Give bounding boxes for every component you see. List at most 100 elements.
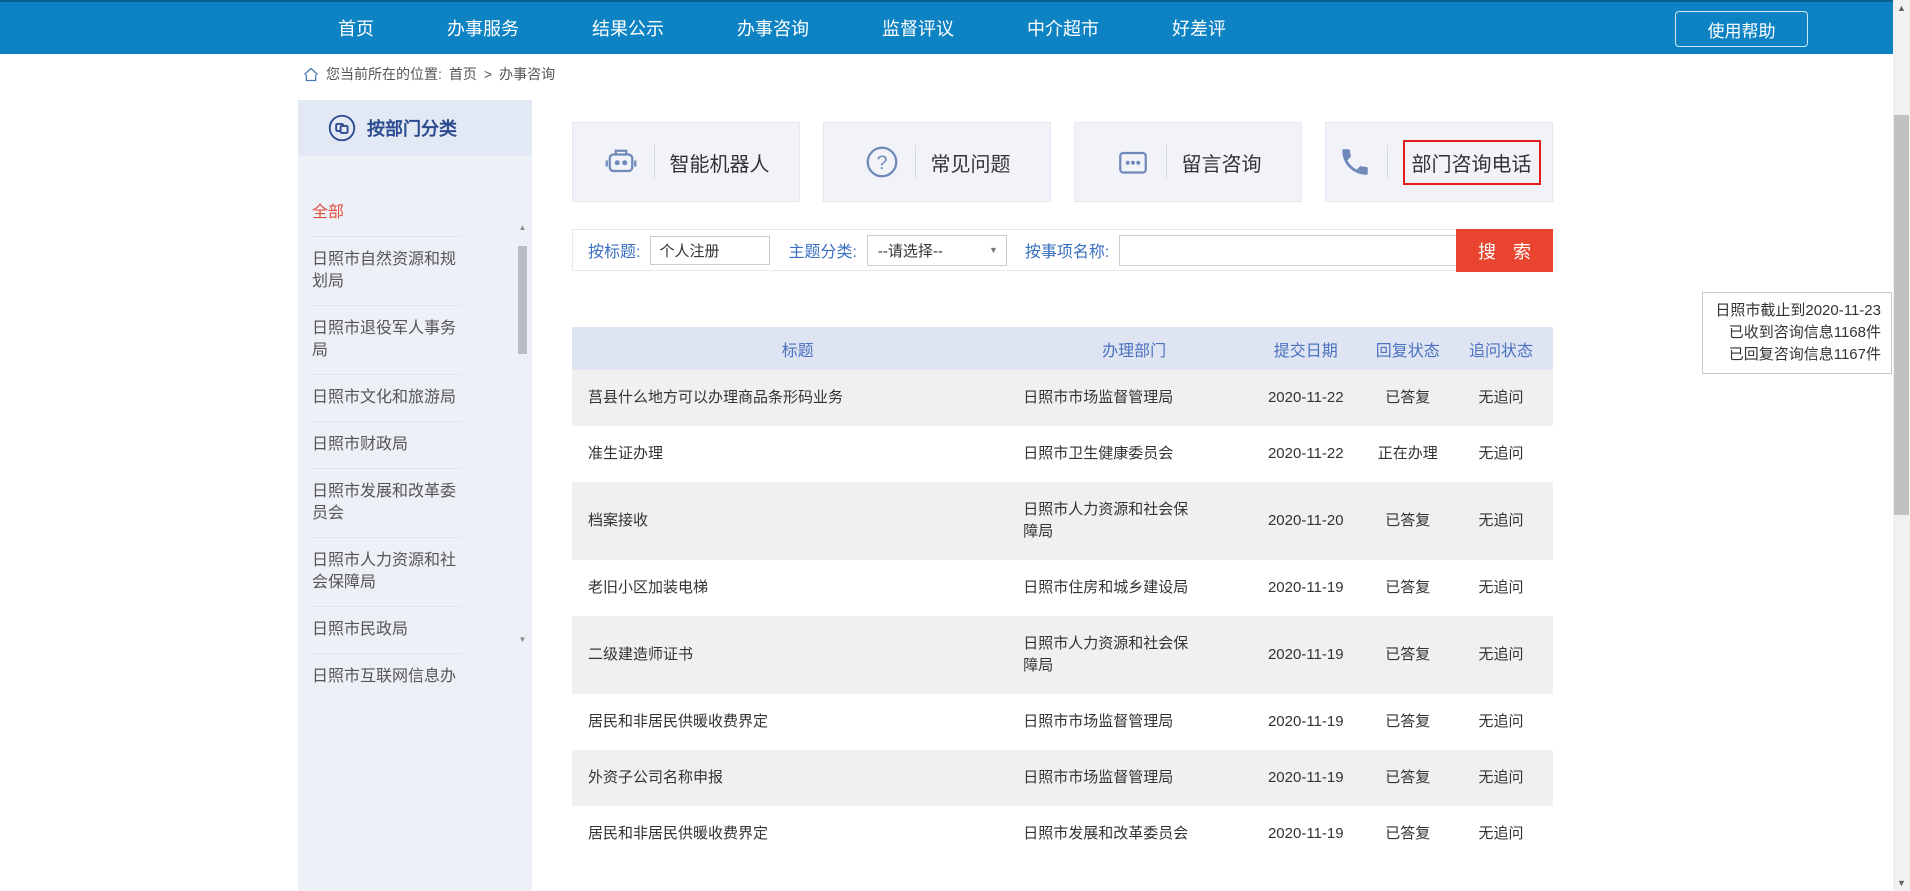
sidebar-item-development[interactable]: 日照市发展和改革委员会 <box>312 469 462 538</box>
table-row[interactable]: 莒县什么地方可以办理商品条形码业务 日照市市场监督管理局 2020-11-22 … <box>572 370 1553 426</box>
row-department: 日照市人力资源和社会保障局 <box>1023 499 1245 543</box>
message-icon <box>1115 144 1151 180</box>
row-title[interactable]: 二级建造师证书 <box>572 644 1023 666</box>
consultation-page: 首页 办事服务 结果公示 办事咨询 监督评议 中介超市 好差评 使用帮助 您当前… <box>0 0 1910 891</box>
tab-divider <box>1166 145 1167 179</box>
row-title[interactable]: 居民和非居民供暖收费界定 <box>572 823 1023 845</box>
table-row[interactable]: 居民和非居民供暖收费界定 日照市发展和改革委员会 2020-11-19 已答复 … <box>572 806 1553 862</box>
row-reply-status: 正在办理 <box>1367 443 1449 465</box>
title-search-label: 按标题: <box>588 238 640 262</box>
row-title[interactable]: 居民和非居民供暖收费界定 <box>572 711 1023 733</box>
table-row[interactable]: 准生证办理 日照市卫生健康委员会 2020-11-22 正在办理 无追问 <box>572 426 1553 482</box>
sidebar-item-natural-resources[interactable]: 日照市自然资源和规划局 <box>312 237 462 306</box>
sidebar-item-internet[interactable]: 日照市互联网信息办 <box>312 654 462 700</box>
page-scrollbar[interactable]: ▲ ▼ <box>1893 0 1910 891</box>
table-body: 莒县什么地方可以办理商品条形码业务 日照市市场监督管理局 2020-11-22 … <box>572 370 1553 862</box>
sidebar-item-civil[interactable]: 日照市民政局 <box>312 607 462 654</box>
row-reply-status: 已答复 <box>1367 387 1449 409</box>
scroll-up-icon[interactable]: ▲ <box>517 222 528 234</box>
col-header-follow: 追问状态 <box>1449 337 1553 361</box>
row-follow-status: 无追问 <box>1449 823 1553 845</box>
col-header-reply: 回复状态 <box>1367 337 1449 361</box>
table-row[interactable]: 外资子公司名称申报 日照市市场监督管理局 2020-11-19 已答复 无追问 <box>572 750 1553 806</box>
category-select[interactable]: --请选择-- ▼ <box>867 235 1007 266</box>
category-label: 主题分类: <box>788 238 856 262</box>
tab-department-phone-label: 部门咨询电话 <box>1403 140 1541 185</box>
row-date: 2020-11-20 <box>1245 510 1367 532</box>
tab-department-phone[interactable]: 部门咨询电话 <box>1325 122 1553 202</box>
department-list: 全部 日照市自然资源和规划局 日照市退役军人事务局 日照市文化和旅游局 日照市财… <box>312 190 462 700</box>
stats-line-date: 日照市截止到2020-11-23 <box>1713 300 1881 322</box>
nav-item-results[interactable]: 结果公示 <box>592 15 664 41</box>
row-follow-status: 无追问 <box>1449 510 1553 532</box>
help-button[interactable]: 使用帮助 <box>1675 11 1808 47</box>
category-select-value: --请选择-- <box>878 240 943 261</box>
scroll-down-icon[interactable]: ▼ <box>1893 875 1910 891</box>
stats-line-replied: 已回复咨询信息1167件 <box>1713 344 1881 366</box>
nav-item-consult[interactable]: 办事咨询 <box>737 15 809 41</box>
tab-message-consult[interactable]: 留言咨询 <box>1074 122 1302 202</box>
tab-faq[interactable]: ? 常见问题 <box>823 122 1051 202</box>
nav-item-home[interactable]: 首页 <box>338 15 374 41</box>
col-header-dept: 办理部门 <box>1023 337 1245 361</box>
tab-smart-robot[interactable]: 智能机器人 <box>572 122 800 202</box>
sidebar-header: 按部门分类 <box>298 100 532 156</box>
title-search-input[interactable] <box>650 236 770 265</box>
sidebar-item-finance[interactable]: 日照市财政局 <box>312 422 462 469</box>
row-department: 日照市卫生健康委员会 <box>1023 443 1245 465</box>
sidebar-scrollbar[interactable]: ▲ ▼ <box>517 222 528 646</box>
row-department: 日照市人力资源和社会保障局 <box>1023 633 1245 677</box>
table-row[interactable]: 二级建造师证书 日照市人力资源和社会保障局 2020-11-19 已答复 无追问 <box>572 616 1553 694</box>
nav-item-rating[interactable]: 好差评 <box>1172 15 1226 41</box>
search-bar: 按标题: 主题分类: --请选择-- ▼ 按事项名称: ▼ 搜 索 <box>572 229 1553 271</box>
row-follow-status: 无追问 <box>1449 443 1553 465</box>
consultation-table: 标题 办理部门 提交日期 回复状态 追问状态 莒县什么地方可以办理商品条形码业务… <box>572 327 1553 862</box>
row-follow-status: 无追问 <box>1449 387 1553 409</box>
row-title[interactable]: 外资子公司名称申报 <box>572 767 1023 789</box>
row-department: 日照市住房和城乡建设局 <box>1023 577 1245 599</box>
row-department: 日照市市场监督管理局 <box>1023 387 1245 409</box>
nav-item-supervision[interactable]: 监督评议 <box>882 15 954 41</box>
page-scrollbar-thumb[interactable] <box>1894 115 1909 515</box>
nav-item-agency[interactable]: 中介超市 <box>1027 15 1099 41</box>
tab-divider <box>654 145 655 179</box>
question-icon: ? <box>864 144 900 180</box>
col-header-title: 标题 <box>572 337 1023 361</box>
row-title[interactable]: 档案接收 <box>572 510 1023 532</box>
sidebar-item-culture[interactable]: 日照市文化和旅游局 <box>312 375 462 422</box>
row-date: 2020-11-19 <box>1245 711 1367 733</box>
row-date: 2020-11-22 <box>1245 443 1367 465</box>
table-row[interactable]: 档案接收 日照市人力资源和社会保障局 2020-11-20 已答复 无追问 <box>572 482 1553 560</box>
sidebar-scrollbar-thumb[interactable] <box>518 246 527 354</box>
channel-tabs: 智能机器人 ? 常见问题 留言咨询 <box>572 122 1553 202</box>
row-date: 2020-11-19 <box>1245 823 1367 845</box>
row-follow-status: 无追问 <box>1449 577 1553 599</box>
stats-line-received: 已收到咨询信息1168件 <box>1713 322 1881 344</box>
row-title[interactable]: 莒县什么地方可以办理商品条形码业务 <box>572 387 1023 409</box>
row-title[interactable]: 准生证办理 <box>572 443 1023 465</box>
row-date: 2020-11-19 <box>1245 767 1367 789</box>
table-row[interactable]: 居民和非居民供暖收费界定 日照市市场监督管理局 2020-11-19 已答复 无… <box>572 694 1553 750</box>
row-reply-status: 已答复 <box>1367 577 1449 599</box>
nav-item-services[interactable]: 办事服务 <box>447 15 519 41</box>
scroll-down-icon[interactable]: ▼ <box>517 634 528 646</box>
sidebar-item-veterans[interactable]: 日照市退役军人事务局 <box>312 306 462 375</box>
breadcrumb-current[interactable]: 办事咨询 <box>499 64 555 84</box>
item-name-label: 按事项名称: <box>1025 238 1109 262</box>
breadcrumb: 您当前所在的位置: 首页 > 办事咨询 <box>303 64 555 84</box>
row-date: 2020-11-19 <box>1245 577 1367 599</box>
item-name-select[interactable]: ▼ <box>1119 235 1477 266</box>
sidebar-item-hr-social[interactable]: 日照市人力资源和社会保障局 <box>312 538 462 607</box>
nav-items: 首页 办事服务 结果公示 办事咨询 监督评议 中介超市 好差评 <box>0 15 1226 41</box>
sidebar-item-all[interactable]: 全部 <box>312 190 462 237</box>
search-button[interactable]: 搜 索 <box>1456 229 1553 272</box>
row-title[interactable]: 老旧小区加装电梯 <box>572 577 1023 599</box>
category-icon <box>328 114 356 142</box>
home-icon <box>303 67 319 82</box>
scroll-up-icon[interactable]: ▲ <box>1893 0 1910 16</box>
row-department: 日照市发展和改革委员会 <box>1023 823 1245 845</box>
row-date: 2020-11-19 <box>1245 644 1367 666</box>
breadcrumb-home[interactable]: 首页 <box>449 64 477 84</box>
table-row[interactable]: 老旧小区加装电梯 日照市住房和城乡建设局 2020-11-19 已答复 无追问 <box>572 560 1553 616</box>
table-header-row: 标题 办理部门 提交日期 回复状态 追问状态 <box>572 327 1553 370</box>
